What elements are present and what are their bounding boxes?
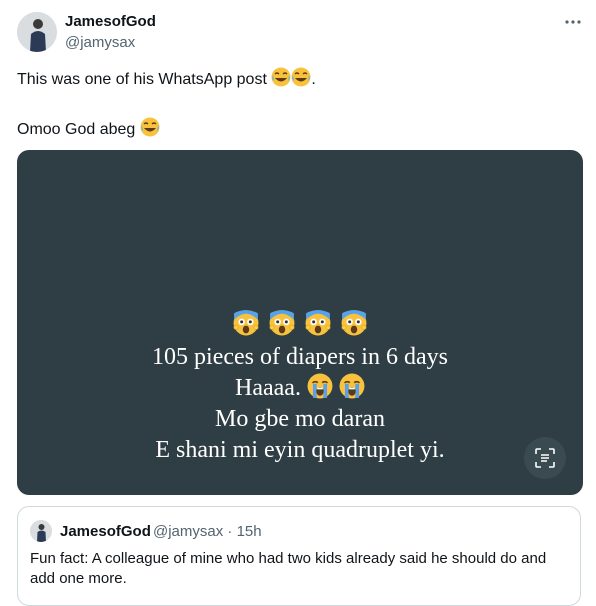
- image-text: 105 pieces of diapers in 6 days: [152, 344, 448, 370]
- quoted-author-name: JamesofGod: [60, 523, 151, 540]
- text-scan-button[interactable]: [524, 437, 566, 479]
- author-name[interactable]: JamesofGod: [65, 13, 156, 30]
- quoted-tweet[interactable]: JamesofGod @jamysax · 15h Fun fact: A co…: [17, 506, 581, 606]
- image-text: Mo gbe mo daran: [215, 406, 385, 432]
- tweet-text-suffix: .: [311, 71, 316, 88]
- screaming-face-icon: [269, 310, 295, 336]
- screaming-face-icon: [233, 310, 259, 336]
- crying-face-icon: [307, 373, 333, 399]
- image-text-haaaa: Haaaa.: [235, 375, 301, 401]
- screaming-face-icon: [305, 310, 331, 336]
- laughing-crying-emoji-icon: [140, 117, 160, 137]
- quoted-avatar: [30, 520, 52, 542]
- quoted-handle-time: @jamysax · 15h: [153, 523, 262, 540]
- tweet-text: Omoo God abeg: [17, 121, 136, 138]
- tweet-text: This was one of his WhatsApp post: [17, 71, 267, 88]
- laughing-crying-emoji-icon: [291, 67, 311, 87]
- image-text: Haaaa.: [17, 373, 583, 403]
- image-text: E shani mi eyin quadruplet yi.: [155, 437, 445, 463]
- text-scan-icon: [535, 448, 555, 468]
- tweet-text-line: This was one of his WhatsApp post .: [17, 67, 316, 90]
- emoji-row: [17, 310, 583, 341]
- ellipsis-icon[interactable]: [563, 12, 583, 32]
- tweet-text-line: Omoo God abeg: [17, 117, 160, 140]
- crying-face-icon: [339, 373, 365, 399]
- laughing-crying-emoji-icon: [271, 67, 291, 87]
- author-handle[interactable]: @jamysax: [65, 34, 135, 51]
- media-image[interactable]: 105 pieces of diapers in 6 days Haaaa. M…: [17, 150, 583, 495]
- avatar[interactable]: [17, 12, 57, 52]
- quoted-tweet-text: Fun fact: A colleague of mine who had tw…: [30, 550, 547, 587]
- screaming-face-icon: [341, 310, 367, 336]
